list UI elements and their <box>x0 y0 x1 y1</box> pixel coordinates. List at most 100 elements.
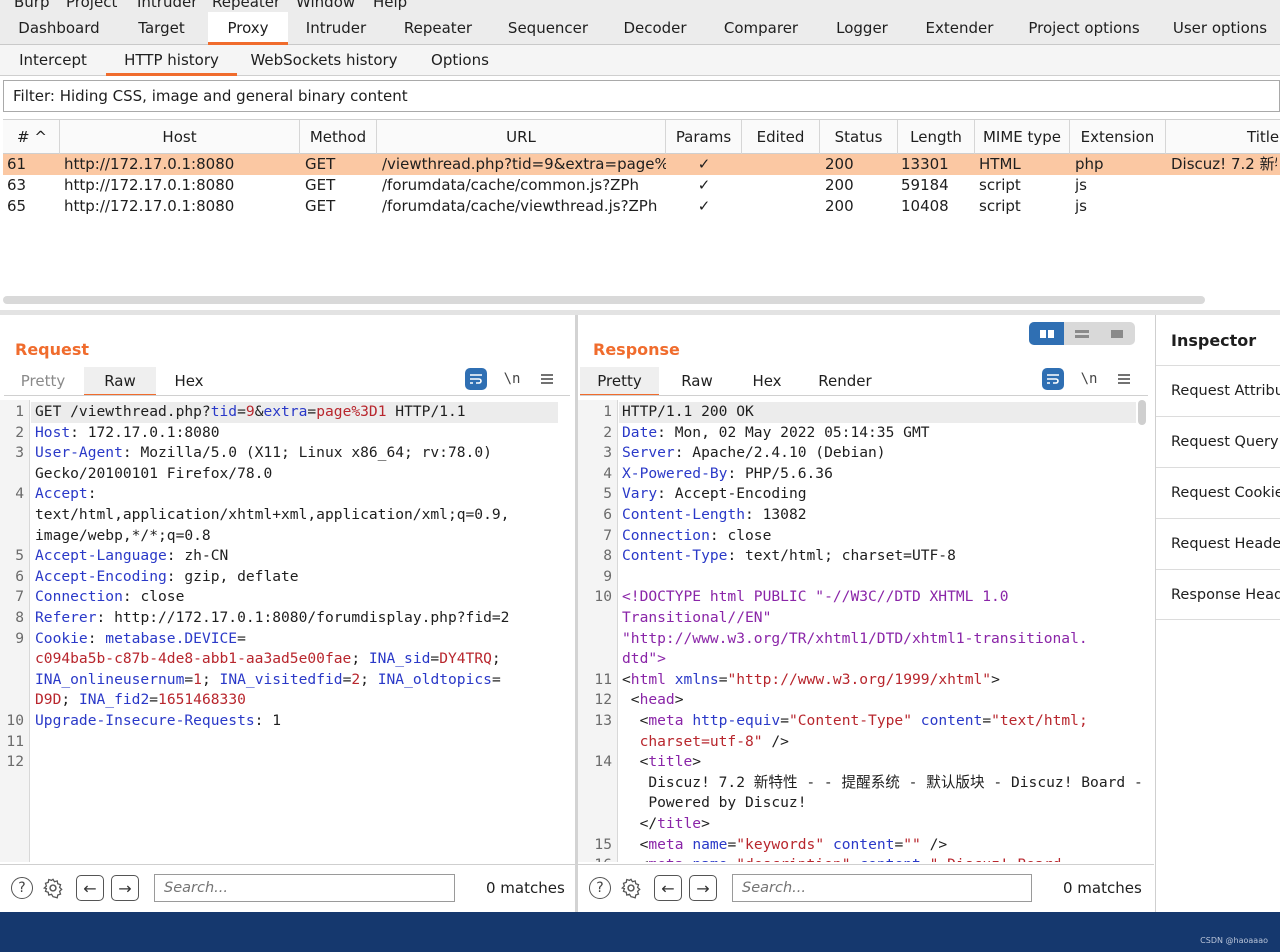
inspector-request-cookies[interactable]: Request Cookies <box>1156 467 1280 518</box>
tab-comparer[interactable]: Comparer <box>706 12 816 44</box>
response-editor[interactable]: 1 HTTP/1.1 200 OK 2 Date: Mon, 02 May 2022 … <box>578 400 1148 862</box>
response-search-field[interactable] <box>732 874 1032 902</box>
col-host[interactable]: Host <box>60 120 300 154</box>
show-newlines-icon[interactable]: \n <box>500 368 524 390</box>
code-token: /> <box>762 732 789 750</box>
tab-logger[interactable]: Logger <box>816 12 908 44</box>
table-horizontal-scrollbar[interactable] <box>3 296 1205 304</box>
menu-burp[interactable]: Burp <box>14 0 50 11</box>
menu-intruder[interactable]: Intruder <box>137 0 197 11</box>
next-match-arrow-icon[interactable]: → <box>689 875 717 901</box>
tab-decoder[interactable]: Decoder <box>604 12 706 44</box>
help-icon[interactable]: ? <box>11 877 33 899</box>
line-number: 1 <box>15 403 24 420</box>
table-header: # ^ Host Method URL Params Edited Status… <box>3 120 1280 154</box>
code-token: name <box>692 856 727 862</box>
line-number: 4 <box>15 485 24 503</box>
inspector-request-headers[interactable]: Request Headers <box>1156 518 1280 569</box>
help-icon[interactable]: ? <box>589 877 611 899</box>
single-pane-layout-icon[interactable] <box>1099 322 1134 345</box>
tab-intruder[interactable]: Intruder <box>288 12 384 44</box>
code-line: D9D; INA_fid2=1651468330 <box>35 690 246 711</box>
request-tab-pretty[interactable]: Pretty <box>4 367 82 395</box>
response-search-input[interactable] <box>742 880 1031 896</box>
col-mime-type[interactable]: MIME type <box>975 120 1070 154</box>
response-vertical-scrollbar[interactable] <box>1138 400 1146 425</box>
settings-gear-icon[interactable] <box>41 876 65 900</box>
code-token: Accept <box>35 485 88 503</box>
col-title[interactable]: Title <box>1166 120 1280 154</box>
col-params[interactable]: Params <box>666 120 742 154</box>
hamburger-menu-icon[interactable] <box>1113 368 1135 390</box>
code-token: < <box>622 712 649 729</box>
inspector-title: Inspector <box>1171 331 1257 350</box>
code-token: 2 <box>351 670 361 688</box>
settings-gear-icon[interactable] <box>619 876 643 900</box>
inspector-request-attributes[interactable]: Request Attributes <box>1156 365 1280 416</box>
previous-match-arrow-icon[interactable]: ← <box>76 875 104 901</box>
code-token: Gecko/20100101 Firefox/78.0 <box>35 464 273 482</box>
code-line: Gecko/20100101 Firefox/78.0 <box>35 464 272 485</box>
tab-dashboard[interactable]: Dashboard <box>3 12 115 44</box>
hamburger-menu-icon[interactable] <box>536 368 558 390</box>
response-tab-pretty[interactable]: Pretty <box>580 367 659 396</box>
request-editor[interactable]: 1 GET /viewthread.php?tid=9&extra=page%3D… <box>0 400 572 862</box>
menu-repeater[interactable]: Repeater <box>212 0 280 11</box>
previous-match-arrow-icon[interactable]: ← <box>654 875 682 901</box>
inspector-request-query-parameters[interactable]: Request Query Parameters <box>1156 416 1280 467</box>
table-row[interactable]: 63 http://172.17.0.1:8080 GET /forumdata… <box>3 175 1280 196</box>
code-token: : <box>87 629 106 647</box>
tab-repeater[interactable]: Repeater <box>384 12 492 44</box>
tab-project-options[interactable]: Project options <box>1011 12 1157 44</box>
tab-extender[interactable]: Extender <box>908 12 1011 44</box>
code-token: = <box>982 712 992 729</box>
wrap-lines-icon[interactable] <box>1042 368 1064 390</box>
tab-target[interactable]: Target <box>115 12 208 44</box>
table-row[interactable]: 65 http://172.17.0.1:8080 GET /forumdata… <box>3 196 1280 217</box>
tab-http-history[interactable]: HTTP history <box>106 45 237 76</box>
tab-websockets-history[interactable]: WebSockets history <box>241 45 407 75</box>
side-by-side-layout-icon[interactable] <box>1029 322 1064 345</box>
menu-help[interactable]: Help <box>373 0 407 11</box>
request-search-input[interactable] <box>164 880 454 896</box>
code-token: < <box>622 835 649 853</box>
code-token: name <box>692 835 728 853</box>
cell-title <box>1171 196 1277 217</box>
inspector-response-headers[interactable]: Response Headers <box>1156 569 1280 620</box>
line-number: 2 <box>603 423 612 441</box>
request-tab-hex[interactable]: Hex <box>156 367 222 395</box>
code-line: Date: Mon, 02 May 2022 05:14:35 GMT <box>622 423 930 444</box>
tab-intercept[interactable]: Intercept <box>3 45 103 75</box>
col-method[interactable]: Method <box>300 120 377 154</box>
col-edited[interactable]: Edited <box>742 120 820 154</box>
show-newlines-icon[interactable]: \n <box>1077 368 1101 390</box>
line-number: 13 <box>594 712 612 729</box>
tab-options[interactable]: Options <box>410 45 510 75</box>
stacked-layout-icon[interactable] <box>1064 322 1099 345</box>
tab-sequencer[interactable]: Sequencer <box>492 12 604 44</box>
code-token: D9D <box>35 691 62 709</box>
col-url[interactable]: URL <box>377 120 666 154</box>
response-tab-hex[interactable]: Hex <box>734 367 800 395</box>
table-row[interactable]: 61 http://172.17.0.1:8080 GET /viewthrea… <box>3 154 1280 175</box>
request-search-field[interactable] <box>154 874 455 902</box>
col-extension[interactable]: Extension <box>1070 120 1166 154</box>
menu-window[interactable]: Window <box>296 0 355 11</box>
filter-bar[interactable]: Filter: Hiding CSS, image and general bi… <box>3 80 1280 112</box>
col-length[interactable]: Length <box>898 120 975 154</box>
wrap-lines-icon[interactable] <box>465 368 487 390</box>
response-tab-raw[interactable]: Raw <box>662 367 732 395</box>
code-token: : close <box>709 526 772 544</box>
tab-proxy[interactable]: Proxy <box>208 12 288 45</box>
col-status[interactable]: Status <box>820 120 898 154</box>
response-tab-render[interactable]: Render <box>805 367 885 395</box>
next-match-arrow-icon[interactable]: → <box>111 875 139 901</box>
menu-project[interactable]: Project <box>66 0 117 11</box>
tab-user-options[interactable]: User options <box>1157 12 1280 44</box>
code-token: INA_fid2 <box>78 691 150 709</box>
col-number[interactable]: # ^ <box>3 120 60 154</box>
request-tab-raw[interactable]: Raw <box>84 367 156 396</box>
request-title: Request <box>15 340 90 359</box>
